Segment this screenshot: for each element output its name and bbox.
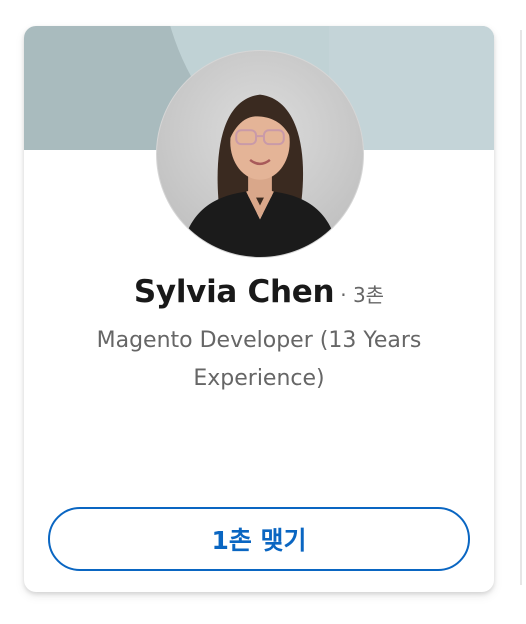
profile-card[interactable]: Sylvia Chen · 3촌 Magento Developer (13 Ye… xyxy=(24,26,494,592)
avatar[interactable] xyxy=(156,50,364,258)
connection-degree: · 3촌 xyxy=(340,283,385,307)
name-line: Sylvia Chen · 3촌 xyxy=(24,274,494,310)
avatar-photo-icon xyxy=(180,94,340,257)
adjacent-card-edge xyxy=(520,30,522,585)
connect-button[interactable]: 1촌 맺기 xyxy=(48,507,470,571)
profile-headline: Magento Developer (13 Years Experience) xyxy=(96,328,422,391)
profile-name[interactable]: Sylvia Chen xyxy=(134,274,335,310)
